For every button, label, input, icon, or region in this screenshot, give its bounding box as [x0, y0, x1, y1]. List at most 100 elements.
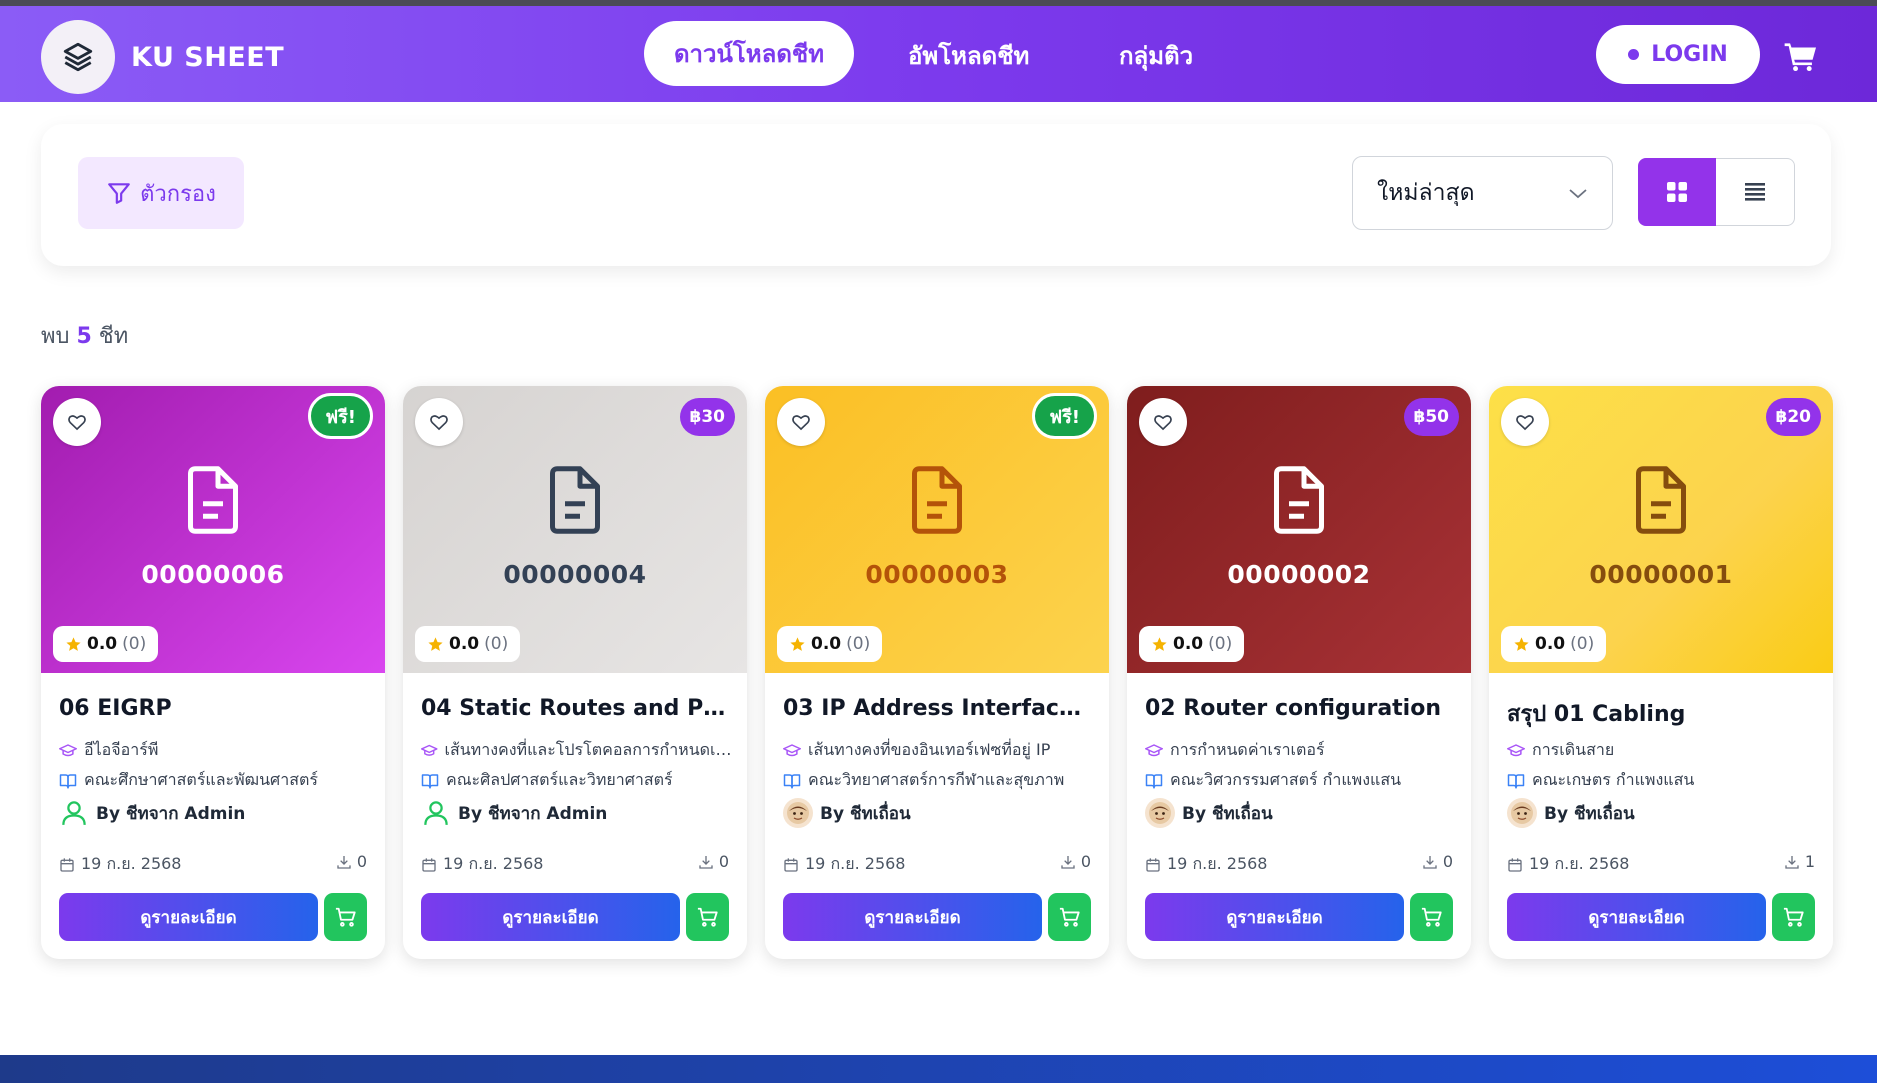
- graduation-cap-icon: [1145, 743, 1163, 756]
- document-icon: [912, 466, 962, 534]
- view-details-button[interactable]: ดูรายละเอียด: [421, 893, 680, 941]
- sheet-cover[interactable]: ฟรี! 00000006 0.0 (0): [41, 386, 385, 673]
- document-icon: [1274, 466, 1324, 534]
- download-icon: [1785, 855, 1799, 869]
- download-count-row: 0: [336, 852, 367, 871]
- faculty-name: คณะศึกษาศาสตร์และพัฒนศาสตร์: [84, 770, 318, 789]
- cart-icon[interactable]: [1784, 42, 1818, 76]
- download-icon: [699, 855, 713, 869]
- book-icon: [421, 773, 439, 788]
- sheet-card[interactable]: ฿50 00000002 0.0 (0) 02 Router configura…: [1127, 386, 1471, 959]
- sheet-card[interactable]: ฿20 00000001 0.0 (0) สรุป 01 Cabling การ…: [1489, 386, 1833, 959]
- user-outline-icon: [62, 801, 86, 825]
- sheet-cover[interactable]: ฿20 00000001 0.0 (0): [1489, 386, 1833, 673]
- login-label: LOGIN: [1651, 42, 1728, 67]
- sort-selected-value: ใหม่ล่าสุด: [1377, 180, 1475, 206]
- rating-badge: 0.0 (0): [53, 626, 159, 662]
- list-icon: [1745, 183, 1765, 201]
- author-name: By ชีทจาก Admin: [96, 803, 246, 824]
- author-name: By ชีทเถื่อน: [820, 803, 911, 824]
- star-icon: [790, 636, 805, 651]
- sheet-cover[interactable]: ฿30 00000004 0.0 (0): [403, 386, 747, 673]
- subject-row: อีไอจีอาร์พี: [59, 738, 375, 763]
- add-to-cart-button[interactable]: [1410, 893, 1453, 941]
- avatar-icon: [1145, 798, 1175, 828]
- download-count-row: 0: [1060, 852, 1091, 871]
- view-details-button[interactable]: ดูรายละเอียด: [59, 893, 318, 941]
- view-details-button[interactable]: ดูรายละเอียด: [1507, 893, 1766, 941]
- sheet-title[interactable]: 03 IP Address Interface Configuration: [783, 696, 1093, 721]
- sheet-card[interactable]: ฟรี! 00000003 0.0 (0) 03 IP Address Inte…: [765, 386, 1109, 959]
- author-row: By ชีทเถื่อน: [783, 798, 1099, 828]
- sheet-cover[interactable]: ฟรี! 00000003 0.0 (0): [765, 386, 1109, 673]
- graduation-cap-icon: [421, 744, 438, 756]
- grid-view-toggle[interactable]: [1638, 158, 1716, 226]
- sheet-title[interactable]: 04 Static Routes and Policy Routing: [421, 696, 731, 721]
- filter-panel: ตัวกรอง ใหม่ล่าสุด: [41, 124, 1831, 266]
- cart-icon: [697, 907, 718, 927]
- date-row: 19 ก.ย. 2568: [421, 852, 543, 877]
- faculty-row: คณะศึกษาศาสตร์และพัฒนศาสตร์: [59, 768, 375, 793]
- nav-tutor-groups[interactable]: กลุ่มติว: [1119, 36, 1193, 75]
- faculty-name: คณะวิศวกรรมศาสตร์ กำแพงแสน: [1170, 770, 1402, 789]
- list-view-toggle[interactable]: [1716, 158, 1795, 226]
- price-badge: ฿30: [679, 398, 735, 436]
- download-icon: [1423, 855, 1437, 869]
- favorite-button[interactable]: [777, 398, 825, 446]
- heart-icon: [1154, 415, 1172, 431]
- funnel-icon: [108, 183, 130, 204]
- sheet-cover[interactable]: ฿50 00000002 0.0 (0): [1127, 386, 1471, 673]
- view-details-button[interactable]: ดูรายละเอียด: [1145, 893, 1404, 941]
- rating-count: (0): [484, 634, 509, 654]
- view-details-button[interactable]: ดูรายละเอียด: [783, 893, 1042, 941]
- sheet-title[interactable]: สรุป 01 Cabling: [1507, 696, 1817, 731]
- calendar-icon: [784, 857, 798, 872]
- brand-name[interactable]: KU SHEET: [131, 42, 284, 73]
- download-icon: [337, 855, 351, 869]
- subject-row: การเดินสาย: [1507, 738, 1823, 763]
- rating-badge: 0.0 (0): [1139, 626, 1245, 662]
- subject-name: การเดินสาย: [1532, 740, 1615, 759]
- graduation-cap-icon: [783, 743, 801, 756]
- add-to-cart-button[interactable]: [1048, 893, 1091, 941]
- result-number: 5: [76, 324, 92, 349]
- subject-name: การกำหนดค่าเราเตอร์: [1170, 740, 1325, 759]
- cart-icon: [335, 907, 356, 927]
- star-icon: [1152, 636, 1167, 651]
- date-row: 19 ก.ย. 2568: [1145, 852, 1267, 877]
- faculty-row: คณะวิทยาศาสตร์การกีฬาและสุขภาพ: [783, 768, 1099, 793]
- add-to-cart-button[interactable]: [1772, 893, 1815, 941]
- rating-score: 0.0: [449, 634, 480, 654]
- logo[interactable]: [41, 20, 115, 94]
- sort-select[interactable]: ใหม่ล่าสุด: [1352, 156, 1613, 230]
- rating-count: (0): [122, 634, 147, 654]
- avatar-icon: [783, 798, 813, 828]
- sheet-card[interactable]: ฟรี! 00000006 0.0 (0) 06 EIGRP อีไอจีอาร…: [41, 386, 385, 959]
- add-to-cart-button[interactable]: [686, 893, 729, 941]
- rating-count: (0): [1208, 634, 1233, 654]
- sheet-card[interactable]: ฿30 00000004 0.0 (0) 04 Static Routes an…: [403, 386, 747, 959]
- book-icon: [1507, 773, 1525, 788]
- nav-download-sheets[interactable]: ดาวน์โหลดชีท: [644, 21, 854, 86]
- nav-upload-sheets[interactable]: อัพโหลดชีท: [908, 36, 1029, 75]
- add-to-cart-button[interactable]: [324, 893, 367, 941]
- calendar-icon: [422, 857, 436, 872]
- favorite-button[interactable]: [53, 398, 101, 446]
- star-icon: [428, 636, 443, 651]
- login-button[interactable]: LOGIN: [1596, 25, 1760, 84]
- faculty-name: คณะเกษตร กำแพงแสน: [1532, 770, 1695, 789]
- filter-button[interactable]: ตัวกรอง: [78, 157, 244, 229]
- date-row: 19 ก.ย. 2568: [59, 852, 181, 877]
- download-count: 0: [356, 852, 367, 871]
- favorite-button[interactable]: [415, 398, 463, 446]
- favorite-button[interactable]: [1501, 398, 1549, 446]
- download-count: 0: [1442, 852, 1453, 871]
- subject-row: เส้นทางคงที่และโปรโตคอลการกำหนดเส้นทาง: [421, 738, 737, 763]
- author-row: By ชีทจาก Admin: [421, 798, 737, 828]
- free-badge: ฟรี!: [308, 393, 373, 439]
- chevron-down-icon: [1569, 189, 1587, 199]
- favorite-button[interactable]: [1139, 398, 1187, 446]
- filter-label: ตัวกรอง: [140, 181, 216, 207]
- sheet-title[interactable]: 06 EIGRP: [59, 696, 369, 721]
- sheet-title[interactable]: 02 Router configuration: [1145, 696, 1455, 721]
